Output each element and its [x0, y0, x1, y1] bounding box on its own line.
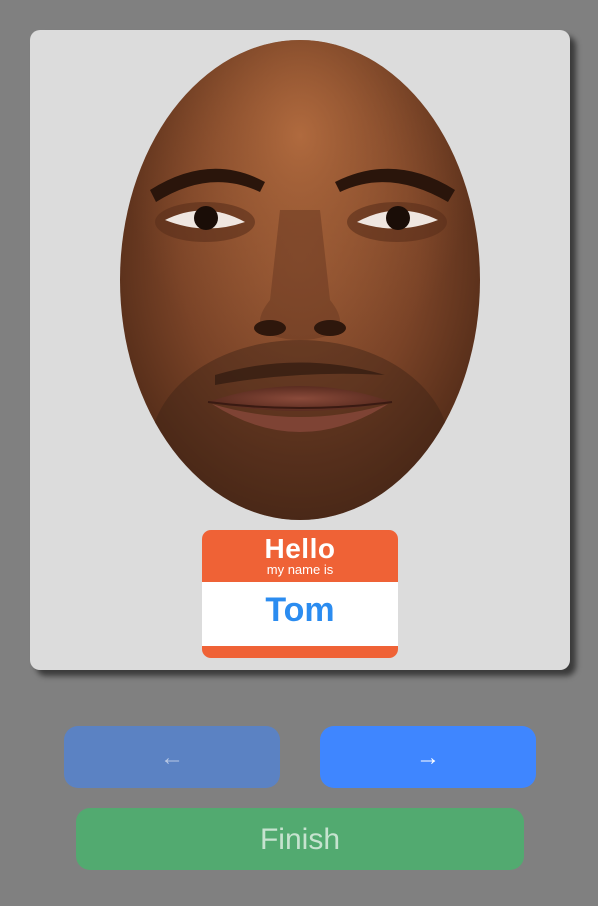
- finish-button[interactable]: Finish: [76, 808, 524, 870]
- flashcard: Hello my name is Tom: [30, 30, 570, 670]
- name-tag-hello: Hello: [264, 533, 336, 564]
- person-name: Tom: [265, 591, 335, 629]
- face-photo: [120, 40, 480, 520]
- name-tag: Hello my name is Tom: [202, 530, 398, 658]
- previous-button[interactable]: ←: [64, 726, 280, 788]
- name-tag-body: Tom: [202, 582, 398, 646]
- name-tag-subtitle: my name is: [266, 562, 334, 577]
- next-button[interactable]: →: [320, 726, 536, 788]
- name-tag-header: Hello my name is: [202, 530, 398, 582]
